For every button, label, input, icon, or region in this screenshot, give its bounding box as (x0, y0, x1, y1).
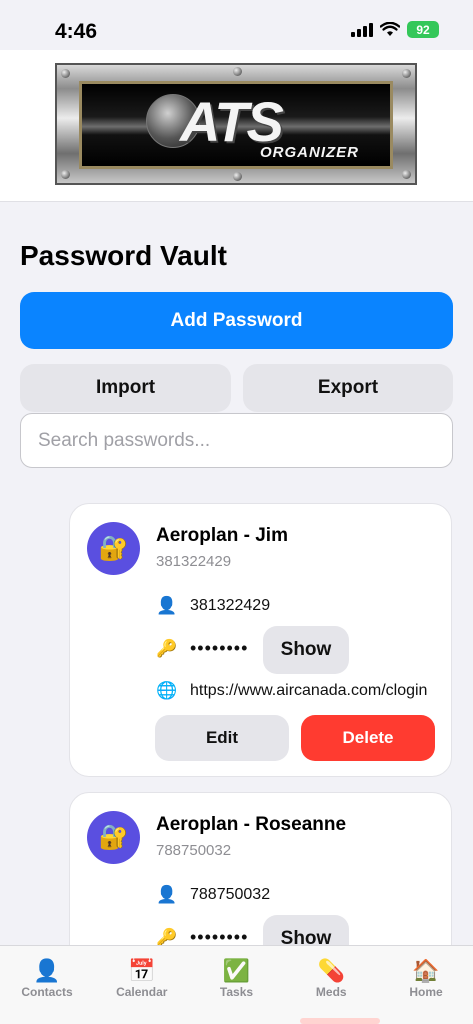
search-input[interactable] (20, 413, 453, 468)
logo-plate: ATS ORGANIZER (79, 81, 393, 169)
battery-icon: 92 (407, 21, 439, 38)
home-indicator (300, 1018, 380, 1024)
globe-icon: 🌐 (156, 681, 178, 700)
edit-button[interactable]: Edit (155, 715, 289, 761)
tab-contacts[interactable]: 👤 Contacts (0, 958, 94, 1024)
entry-title: Aeroplan - Roseanne (156, 814, 347, 835)
contacts-icon: 👤 (33, 958, 61, 983)
username-row: 👤 381322429 (156, 596, 270, 616)
status-time: 4:46 (55, 20, 98, 43)
export-button[interactable]: Export (243, 364, 453, 412)
tab-calendar[interactable]: 📅 Calendar (95, 958, 189, 1024)
checkbox-icon: ✅ (222, 958, 251, 983)
house-icon: 🏠 (412, 958, 440, 983)
username-row: 👤 788750032 (156, 885, 270, 905)
entry-subtitle: 788750032 (156, 842, 232, 859)
masked-password: •••••••• (190, 638, 249, 658)
logo-text-main: ATS (180, 90, 284, 153)
pill-icon: 💊 (317, 958, 345, 983)
tab-meds[interactable]: 💊 Meds (284, 958, 378, 1024)
logo-text-sub: ORGANIZER (260, 144, 359, 161)
app-header: ATS ORGANIZER (0, 50, 473, 202)
status-bar: 4:46 92 (0, 0, 473, 50)
tab-tasks[interactable]: ✅ Tasks (190, 958, 284, 1024)
lock-with-key-icon: 🔐 (87, 811, 140, 864)
add-password-button[interactable]: Add Password (20, 292, 453, 349)
tab-label: Home (409, 985, 443, 999)
tab-bar: 👤 Contacts 📅 Calendar ✅ Tasks 💊 Meds 🏠 H… (0, 945, 473, 1024)
tab-label: Tasks (219, 985, 254, 999)
user-icon: 👤 (156, 885, 178, 904)
signal-icon (351, 22, 373, 37)
username-value: 788750032 (190, 886, 271, 903)
password-card: 🔐 Aeroplan - Jim 381322429 👤 381322429 🔑… (69, 503, 452, 777)
calendar-icon: 📅 (128, 958, 156, 983)
lock-with-key-icon: 🔐 (87, 522, 140, 575)
user-icon: 👤 (156, 596, 178, 615)
tab-home[interactable]: 🏠 Home (379, 958, 473, 1024)
delete-button[interactable]: Delete (301, 715, 435, 761)
wifi-icon (380, 22, 400, 36)
status-icons: 92 (351, 21, 439, 38)
show-password-button[interactable]: Show (263, 626, 349, 674)
url-row: 🌐 https://www.aircanada.com/clogin (156, 681, 427, 701)
app-logo: ATS ORGANIZER (55, 63, 417, 185)
url-link[interactable]: https://www.aircanada.com/clogin (190, 682, 427, 700)
tab-label: Calendar (116, 985, 168, 999)
username-value: 381322429 (190, 597, 271, 614)
tab-label: Contacts (21, 985, 73, 999)
password-row: 🔑 •••••••• (156, 638, 248, 659)
key-icon: 🔑 (156, 638, 178, 658)
tab-label: Meds (315, 985, 347, 999)
entry-subtitle: 381322429 (156, 553, 232, 570)
entry-title: Aeroplan - Jim (156, 525, 288, 546)
page-title: Password Vault (20, 240, 227, 271)
import-button[interactable]: Import (20, 364, 231, 412)
